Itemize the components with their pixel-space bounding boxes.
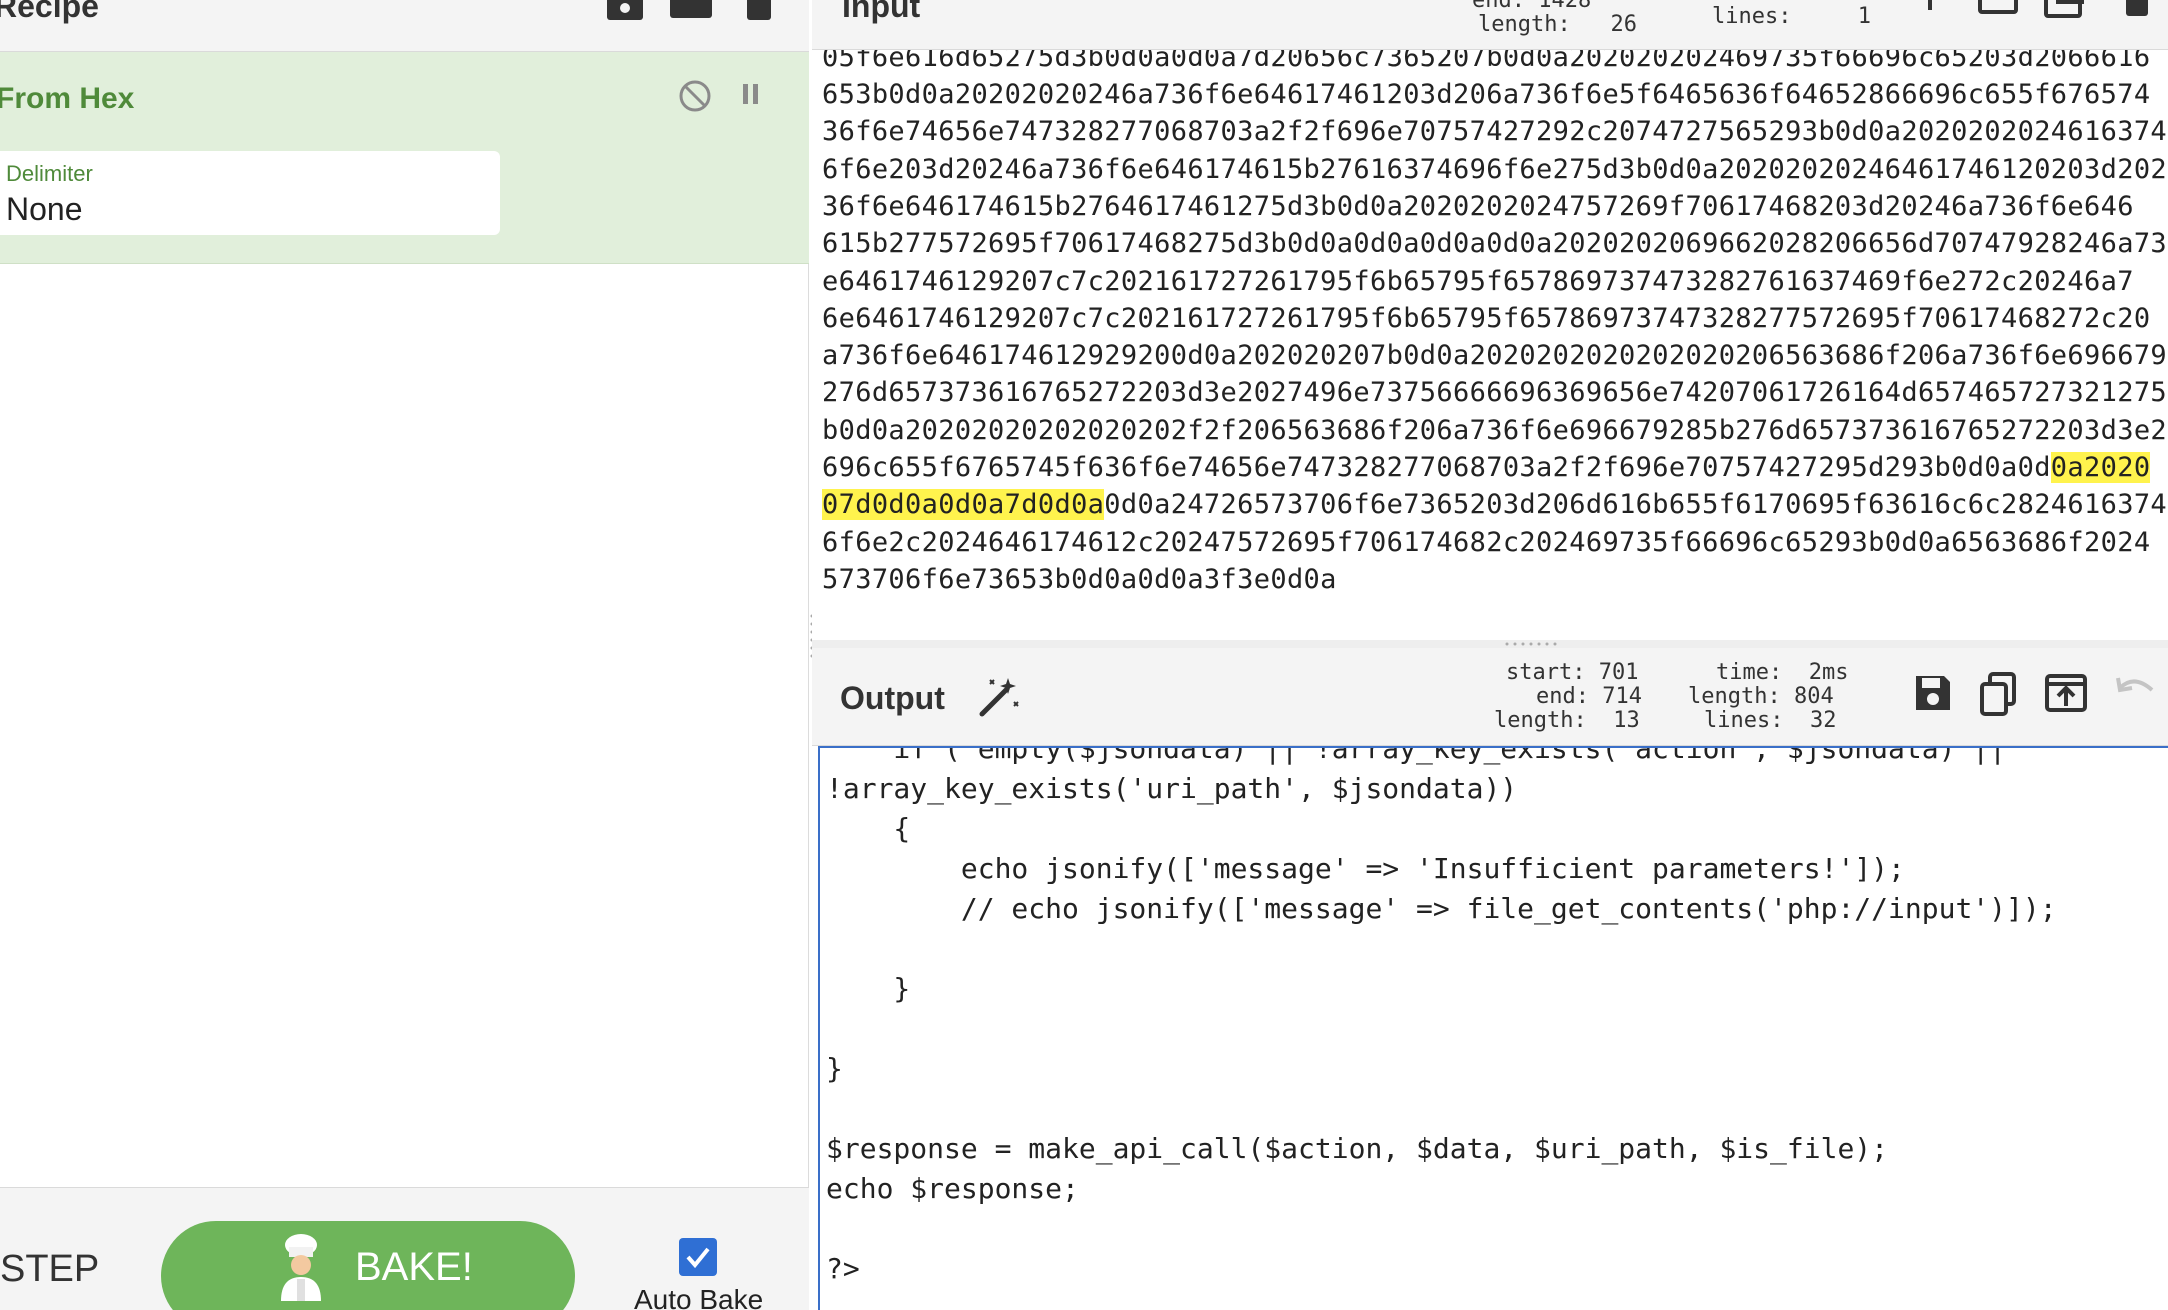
hex-line: 05f6e616d65275d3b0d0a0d0a7d20656c7365207… (822, 50, 2151, 73)
code-line: !array_key_exists('uri_path', $jsondata)… (826, 772, 1518, 805)
pause-icon[interactable] (741, 82, 761, 108)
hex-line: 6f6e2c2024646174612c20247572695f70617468… (822, 527, 2151, 558)
output-length2-value: 804 (1793, 684, 1834, 709)
delimiter-value[interactable]: None (6, 191, 83, 228)
output-header: Output start: 701 end: 714 length: 13 ti… (812, 648, 2168, 746)
open-folder-icon[interactable] (1978, 0, 2018, 20)
output-end-value: 714 (1602, 684, 1642, 709)
hex-line-highlighted: 696c655f6765745f636f6e74656e747328277068… (822, 452, 2151, 483)
replace-input-icon[interactable] (2044, 672, 2088, 714)
hex-line: 36f6e646174615b2764617461275d3b0d0a20202… (822, 191, 2134, 222)
output-lines-value: 32 (1809, 708, 1837, 733)
output-end-stat: end: 714 (1536, 684, 1642, 709)
chef-icon (281, 1234, 321, 1301)
output-start-label: start: (1506, 660, 1586, 685)
clear-recipe-icon[interactable] (745, 0, 773, 22)
recipe-pane: Recipe From Hex Delimiter None STEP BAKE… (0, 0, 809, 1310)
code-line: $response = make_api_call($action, $data… (826, 1132, 1889, 1165)
output-lines-stat: lines: 32 (1704, 708, 1836, 733)
add-tab-icon[interactable] (1912, 0, 1948, 18)
copy-output-icon[interactable] (1978, 672, 2020, 718)
hex-highlight: 07d0d0a0d0a7d0d0a (822, 489, 1105, 520)
hex-line: b0d0a20202020202020202f2f206563686f206a7… (822, 415, 2168, 446)
hex-line: 653b0d0a20202020246a736f6e64617461203d20… (822, 79, 2151, 110)
open-file-icon[interactable] (2044, 0, 2088, 24)
input-lines-value: 1 (1857, 4, 1871, 29)
code-line: echo $response; (826, 1172, 1079, 1205)
load-recipe-icon[interactable] (670, 0, 712, 20)
delimiter-label: Delimiter (6, 161, 93, 186)
checkmark-icon (686, 1247, 710, 1269)
input-lines-stat: lines: 1 (1712, 4, 1871, 29)
bake-bar: STEP BAKE! Auto Bake (0, 1187, 809, 1310)
output-length-stat: length: 13 (1494, 708, 1640, 733)
save-recipe-icon[interactable] (605, 0, 645, 24)
auto-bake-label: Auto Bake (634, 1284, 764, 1310)
output-length-label: length: (1494, 708, 1587, 733)
output-title: Output (840, 680, 945, 716)
splitter-grip-icon (1505, 642, 1557, 646)
code-line: } (826, 972, 911, 1005)
operation-name: From Hex (0, 82, 135, 115)
hex-line: 36f6e74656e747328277068703a2f2f696e70757… (822, 116, 2168, 147)
output-textarea[interactable]: if ( empty($jsondata) || !array_key_exis… (818, 746, 2168, 1310)
disable-icon[interactable] (677, 78, 713, 114)
hex-line: a736f6e646174612929200d0a202020207b0d0a2… (822, 340, 2168, 371)
input-header: Input end: 1428 length: 26 lines: 1 (812, 0, 2168, 50)
recipe-title: Recipe (0, 0, 99, 24)
output-start-value: 701 (1598, 660, 1639, 685)
output-lines-label: lines: (1704, 708, 1784, 733)
bake-label: BAKE! (355, 1245, 473, 1289)
output-time-stat: time: 2ms (1716, 660, 1848, 685)
delimiter-field[interactable]: Delimiter None (0, 151, 500, 235)
clear-input-icon[interactable] (2122, 0, 2152, 22)
hex-line-highlighted: 07d0d0a0d0a7d0d0a0d0a24726573706f6e73652… (822, 489, 2168, 520)
hex-line-text: 696c655f6765745f636f6e74656e747328277068… (822, 452, 2051, 483)
input-title: Input (842, 0, 921, 24)
hex-line: 276d657373616765272203d3e2027496e7375666… (822, 377, 2168, 408)
hex-line: 615b277572695f70617468275d3b0d0a0d0a0d0a… (822, 228, 2168, 259)
code-line: ?> (826, 1252, 860, 1285)
output-start-stat: start: 701 (1506, 660, 1638, 685)
auto-bake-checkbox[interactable] (679, 1238, 717, 1276)
hex-line-text: 0d0a24726573706f6e7365203d206d616b655f61… (1104, 489, 2168, 520)
hex-line: e6461746129207c7c202161727261795f6b65795… (822, 266, 2134, 297)
input-length-value: 26 (1610, 12, 1637, 37)
code-line: { (826, 812, 911, 845)
hex-line: 573706f6e73653b0d0a0d0a3f3e0d0a (822, 564, 1337, 595)
undo-icon[interactable] (2112, 672, 2156, 712)
hex-line: 6e6461746129207c7c202161727261795f6b6579… (822, 303, 2151, 334)
code-line: } (826, 1052, 843, 1085)
output-end-label: end: (1536, 684, 1589, 709)
save-output-icon[interactable] (1912, 672, 1954, 714)
recipe-header: Recipe (0, 0, 809, 52)
input-textarea[interactable]: 05f6e616d65275d3b0d0a0d0a7d20656c7365207… (812, 50, 2168, 640)
input-lines-label: lines: (1712, 4, 1792, 29)
operation-from-hex[interactable]: From Hex Delimiter None (0, 52, 809, 264)
hex-highlight: 0a2020 (2050, 452, 2151, 483)
output-length-value: 13 (1613, 708, 1640, 733)
input-length-label: length: (1478, 12, 1571, 37)
output-time-label: time: (1716, 660, 1783, 685)
input-length-stat: length: 26 (1478, 12, 1637, 37)
hex-line: 6f6e203d20246a736f6e646174615b2761637469… (822, 154, 2168, 185)
horizontal-splitter[interactable] (812, 640, 2168, 648)
output-time-value: 2ms (1808, 660, 1849, 685)
code-line: if ( empty($jsondata) || !array_key_exis… (826, 746, 2007, 765)
output-length2-label: length: (1688, 684, 1781, 709)
output-length2-stat: length: 804 (1688, 684, 1834, 709)
bake-button[interactable]: BAKE! (161, 1221, 575, 1310)
step-button[interactable]: STEP (0, 1248, 99, 1291)
magic-wand-icon[interactable] (976, 676, 1020, 720)
code-line: echo jsonify(['message' => 'Insufficient… (826, 852, 1905, 885)
code-line: // echo jsonify(['message' => file_get_c… (826, 892, 2057, 925)
